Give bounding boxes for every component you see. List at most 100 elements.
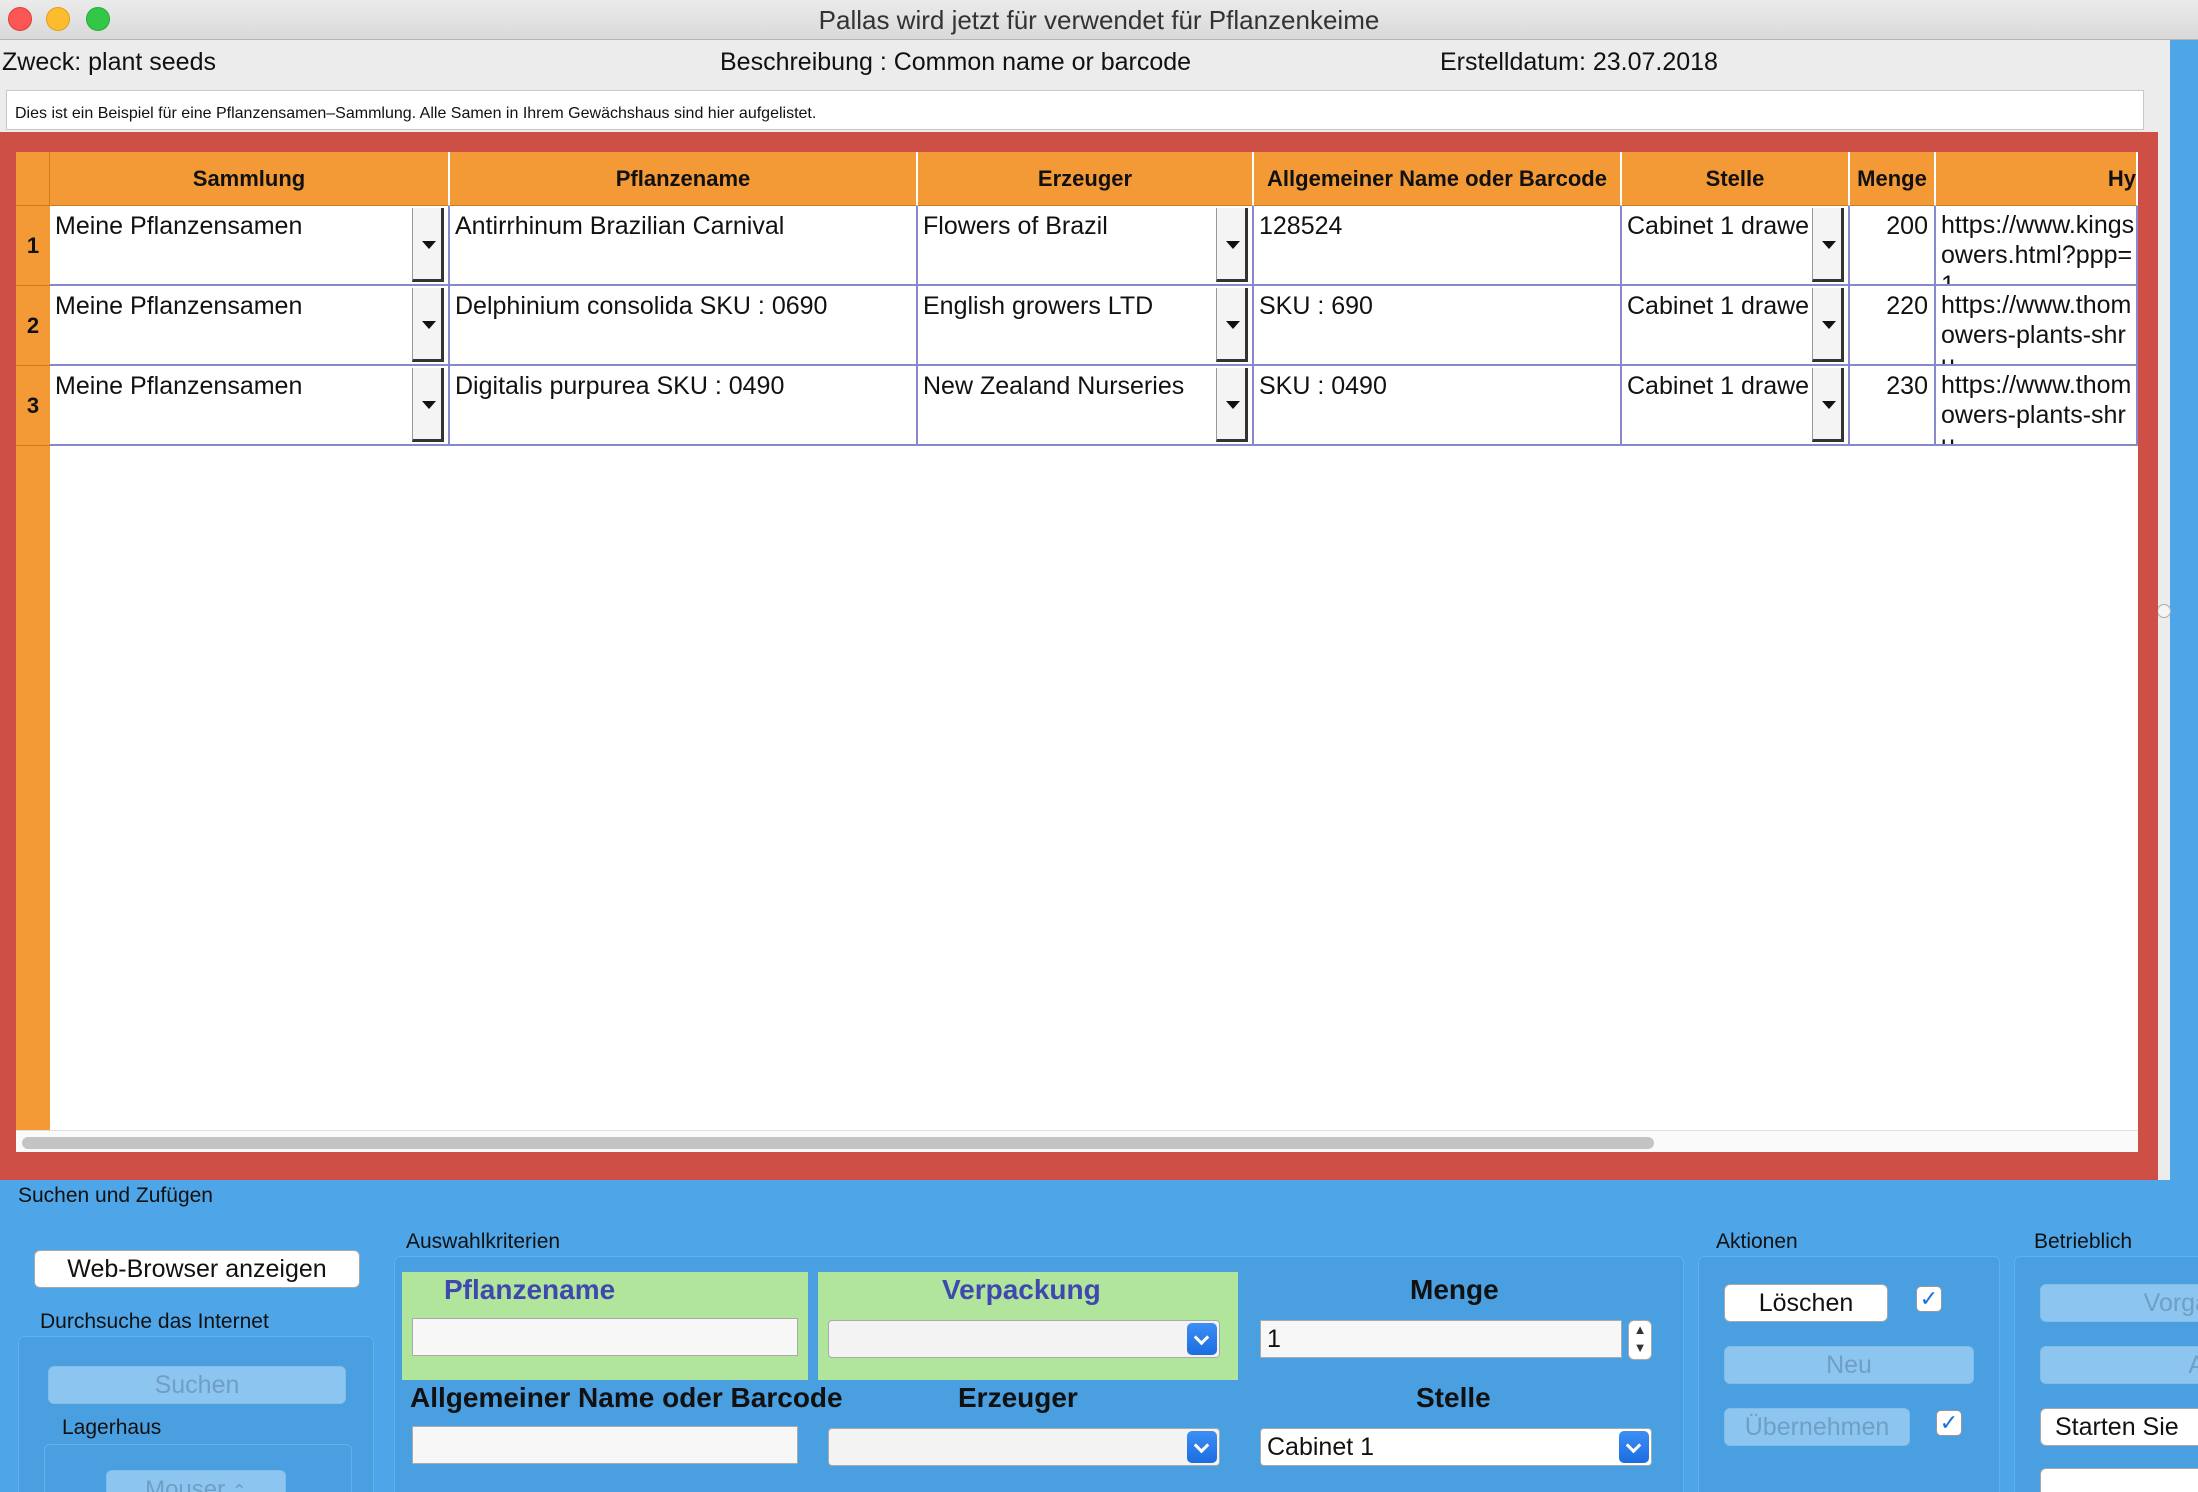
menge-stepper[interactable]: ▲ ▼ (1628, 1320, 1652, 1360)
menge-label: Menge (1410, 1274, 1499, 1305)
table-cell-menge[interactable]: 230 (1850, 366, 1936, 446)
stelle-select[interactable]: Cabinet 1 (1260, 1428, 1652, 1466)
title-bar: Pallas wird jetzt für verwendet für Pfla… (0, 0, 2198, 40)
erzeuger-label: Erzeuger (958, 1382, 1078, 1413)
verpackung-select[interactable] (828, 1320, 1220, 1358)
pflanzename-input[interactable] (412, 1318, 798, 1356)
column-header-hyperlink[interactable]: Hy (1936, 152, 2138, 206)
table-cell-hyperlink[interactable]: https://www.thomowers-plants-shru (1936, 366, 2138, 446)
table-cell-pflanzename[interactable]: Antirrhinum Brazilian Carnival (450, 206, 918, 286)
operational-button[interactable] (2040, 1468, 2198, 1492)
dropdown-arrow-icon[interactable] (1812, 208, 1844, 282)
table-cell-barcode[interactable]: SKU : 690 (1254, 286, 1622, 366)
column-header-menge[interactable]: Menge (1850, 152, 1936, 206)
stelle-value: Cabinet 1 (1267, 1433, 1375, 1461)
warehouse-select-value: Mouser (145, 1476, 226, 1492)
search-button[interactable]: Suchen (48, 1366, 346, 1404)
dropdown-arrow-icon[interactable] (412, 368, 444, 442)
table-cell-erzeuger[interactable]: Flowers of Brazil (918, 206, 1254, 286)
vorga-button[interactable]: Vorga (2040, 1284, 2198, 1322)
app-window: { "window": { "title": "Pallas wird jetz… (0, 0, 2198, 1492)
dropdown-arrow-icon[interactable] (1216, 368, 1248, 442)
column-header-barcode[interactable]: Allgemeiner Name oder Barcode (1254, 152, 1622, 206)
delete-button[interactable]: Löschen (1724, 1284, 1888, 1322)
table-cell-menge[interactable]: 220 (1850, 286, 1936, 366)
table-cell-sammlung[interactable]: Meine Pflanzensamen (50, 286, 450, 366)
created-date-label: Erstelldatum: 23.07.2018 (1440, 48, 1718, 76)
splitter-handle[interactable] (2157, 604, 2171, 618)
scrollbar-thumb[interactable] (22, 1137, 1654, 1149)
table-cell-stelle[interactable]: Cabinet 1 drawe (1622, 366, 1850, 446)
stepper-down-icon[interactable]: ▼ (1634, 1340, 1647, 1355)
cell-text: Meine Pflanzensamen (55, 372, 303, 400)
column-header-sammlung[interactable]: Sammlung (50, 152, 450, 206)
barcode-input[interactable] (412, 1426, 798, 1464)
warehouse-label: Lagerhaus (62, 1416, 162, 1439)
warehouse-select[interactable]: Mouser ⌃ (106, 1470, 286, 1492)
cell-text: New Zealand Nurseries (923, 372, 1185, 400)
table-cell-barcode[interactable]: SKU : 0490 (1254, 366, 1622, 446)
row-number[interactable]: 3 (16, 366, 50, 446)
table-cell-erzeuger[interactable]: English growers LTD (918, 286, 1254, 366)
dropdown-arrow-icon[interactable] (412, 288, 444, 362)
dropdown-arrow-icon[interactable] (1216, 288, 1248, 362)
dropdown-arrow-icon[interactable] (1812, 288, 1844, 362)
web-browser-button[interactable]: Web-Browser anzeigen (34, 1250, 360, 1288)
chevron-down-icon[interactable] (1619, 1431, 1649, 1463)
row-number[interactable]: 2 (16, 286, 50, 366)
barcode-label: Allgemeiner Name oder Barcode (410, 1382, 843, 1413)
dropdown-arrow-icon[interactable] (412, 208, 444, 282)
description-label: Beschreibung : Common name or barcode (720, 48, 1192, 76)
cell-text: Cabinet 1 drawe (1627, 212, 1810, 240)
right-side-panel (2170, 40, 2198, 1185)
a-button[interactable]: A (2040, 1346, 2198, 1384)
window-title: Pallas wird jetzt für verwendet für Pfla… (818, 5, 1380, 35)
chevron-down-icon[interactable] (1187, 1323, 1217, 1355)
stepper-up-icon[interactable]: ▲ (1634, 1322, 1647, 1337)
chevron-down-icon[interactable] (1187, 1431, 1217, 1463)
search-add-panel: Suchen und Zufügen Web-Browser anzeigen … (0, 1180, 2198, 1492)
description-text: Dies ist ein Beispiel für eine Pflanzens… (6, 90, 2144, 130)
table-cell-menge[interactable]: 200 (1850, 206, 1936, 286)
purpose-label: Zweck: plant seeds (2, 48, 216, 76)
cell-text: Meine Pflanzensamen (55, 292, 303, 320)
table-cell-pflanzename[interactable]: Delphinium consolida SKU : 0690 (450, 286, 918, 366)
apply-button[interactable]: Übernehmen (1724, 1408, 1910, 1446)
column-header-stelle[interactable]: Stelle (1622, 152, 1850, 206)
verpackung-label: Verpackung (942, 1274, 1101, 1305)
table-cell-sammlung[interactable]: Meine Pflanzensamen (50, 366, 450, 446)
search-internet-label: Durchsuche das Internet (40, 1310, 269, 1333)
table-cell-pflanzename[interactable]: Digitalis purpurea SKU : 0490 (450, 366, 918, 446)
new-button[interactable]: Neu (1724, 1346, 1974, 1384)
delete-checkbox[interactable]: ✓ (1916, 1286, 1942, 1312)
table-cell-sammlung[interactable]: Meine Pflanzensamen (50, 206, 450, 286)
cell-text: Cabinet 1 drawe (1627, 292, 1810, 320)
horizontal-scrollbar[interactable] (16, 1130, 2138, 1152)
panel-title: Suchen und Zufügen (18, 1184, 213, 1207)
table-cell-stelle[interactable]: Cabinet 1 drawe (1622, 286, 1850, 366)
column-header-erzeuger[interactable]: Erzeuger (918, 152, 1254, 206)
start-button[interactable]: Starten Sie (2040, 1408, 2198, 1446)
operational-label: Betrieblich (2034, 1230, 2133, 1253)
cell-text: Meine Pflanzensamen (55, 212, 303, 240)
cell-text: Cabinet 1 drawe (1627, 372, 1810, 400)
cell-text: Flowers of Brazil (923, 212, 1108, 240)
chevron-up-icon: ⌃ (231, 1481, 247, 1492)
table-cell-stelle[interactable]: Cabinet 1 drawe (1622, 206, 1850, 286)
table-cell-barcode[interactable]: 128524 (1254, 206, 1622, 286)
actions-label: Aktionen (1716, 1230, 1798, 1253)
pflanzename-label: Pflanzename (444, 1274, 616, 1305)
table-cell-erzeuger[interactable]: New Zealand Nurseries (918, 366, 1254, 446)
cell-text: English growers LTD (923, 292, 1154, 320)
row-number[interactable]: 1 (16, 206, 50, 286)
table-cell-hyperlink[interactable]: https://www.thomowers-plants-shru (1936, 286, 2138, 366)
column-header-pflanzename[interactable]: Pflanzename (450, 152, 918, 206)
collection-table: Sammlung Pflanzename Erzeuger Allgemeine… (16, 152, 2138, 1152)
menge-input[interactable]: 1 (1260, 1320, 1622, 1358)
apply-checkbox[interactable]: ✓ (1936, 1410, 1962, 1436)
dropdown-arrow-icon[interactable] (1812, 368, 1844, 442)
criteria-label: Auswahlkriterien (406, 1230, 561, 1253)
dropdown-arrow-icon[interactable] (1216, 208, 1248, 282)
erzeuger-select[interactable] (828, 1428, 1220, 1466)
table-cell-hyperlink[interactable]: https://www.kingsowers.html?ppp=1 (1936, 206, 2138, 286)
